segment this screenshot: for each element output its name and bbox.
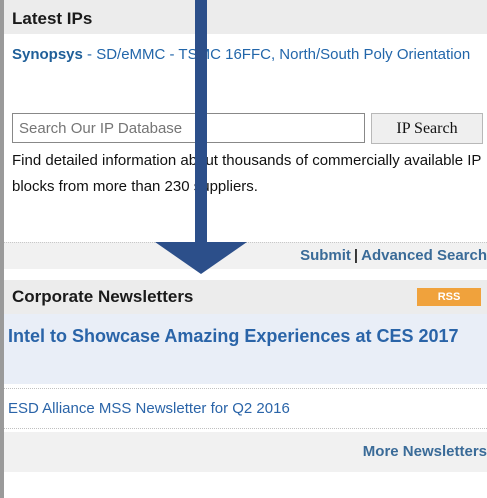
rss-label: RSS xyxy=(437,291,461,303)
ip-name[interactable]: - SD/eMMC - TSMC 16FFC, North/South Poly… xyxy=(83,46,470,63)
divider xyxy=(4,428,487,429)
divider xyxy=(4,388,487,389)
ip-vendor[interactable]: Synopsys xyxy=(12,46,83,63)
more-newsletters-link[interactable]: More Newsletters xyxy=(4,432,487,472)
submit-link[interactable]: Submit xyxy=(300,247,351,264)
arrow-shaft xyxy=(195,0,207,252)
search-description: Find detailed information about thousand… xyxy=(12,152,482,195)
featured-newsletter-link[interactable]: Intel to Showcase Amazing Experiences at… xyxy=(4,314,487,384)
corporate-newsletters-heading: Corporate Newsletters RSS xyxy=(4,280,487,314)
newsletters-title: Corporate Newsletters xyxy=(12,287,194,306)
latest-ip-link[interactable]: Synopsys - SD/eMMC - TSMC 16FFC, North/S… xyxy=(12,44,482,66)
advanced-search-link[interactable]: Advanced Search xyxy=(361,247,487,264)
rss-feed-icon[interactable]: RSS xyxy=(417,288,481,306)
ip-search-button[interactable]: IP Search xyxy=(371,113,483,144)
latest-ips-heading: Latest IPs xyxy=(4,0,487,34)
newsletter-link[interactable]: ESD Alliance MSS Newsletter for Q2 2016 xyxy=(4,393,487,425)
link-separator: | xyxy=(353,247,359,264)
ip-search-input[interactable] xyxy=(12,113,365,143)
arrow-down-icon xyxy=(155,242,247,274)
